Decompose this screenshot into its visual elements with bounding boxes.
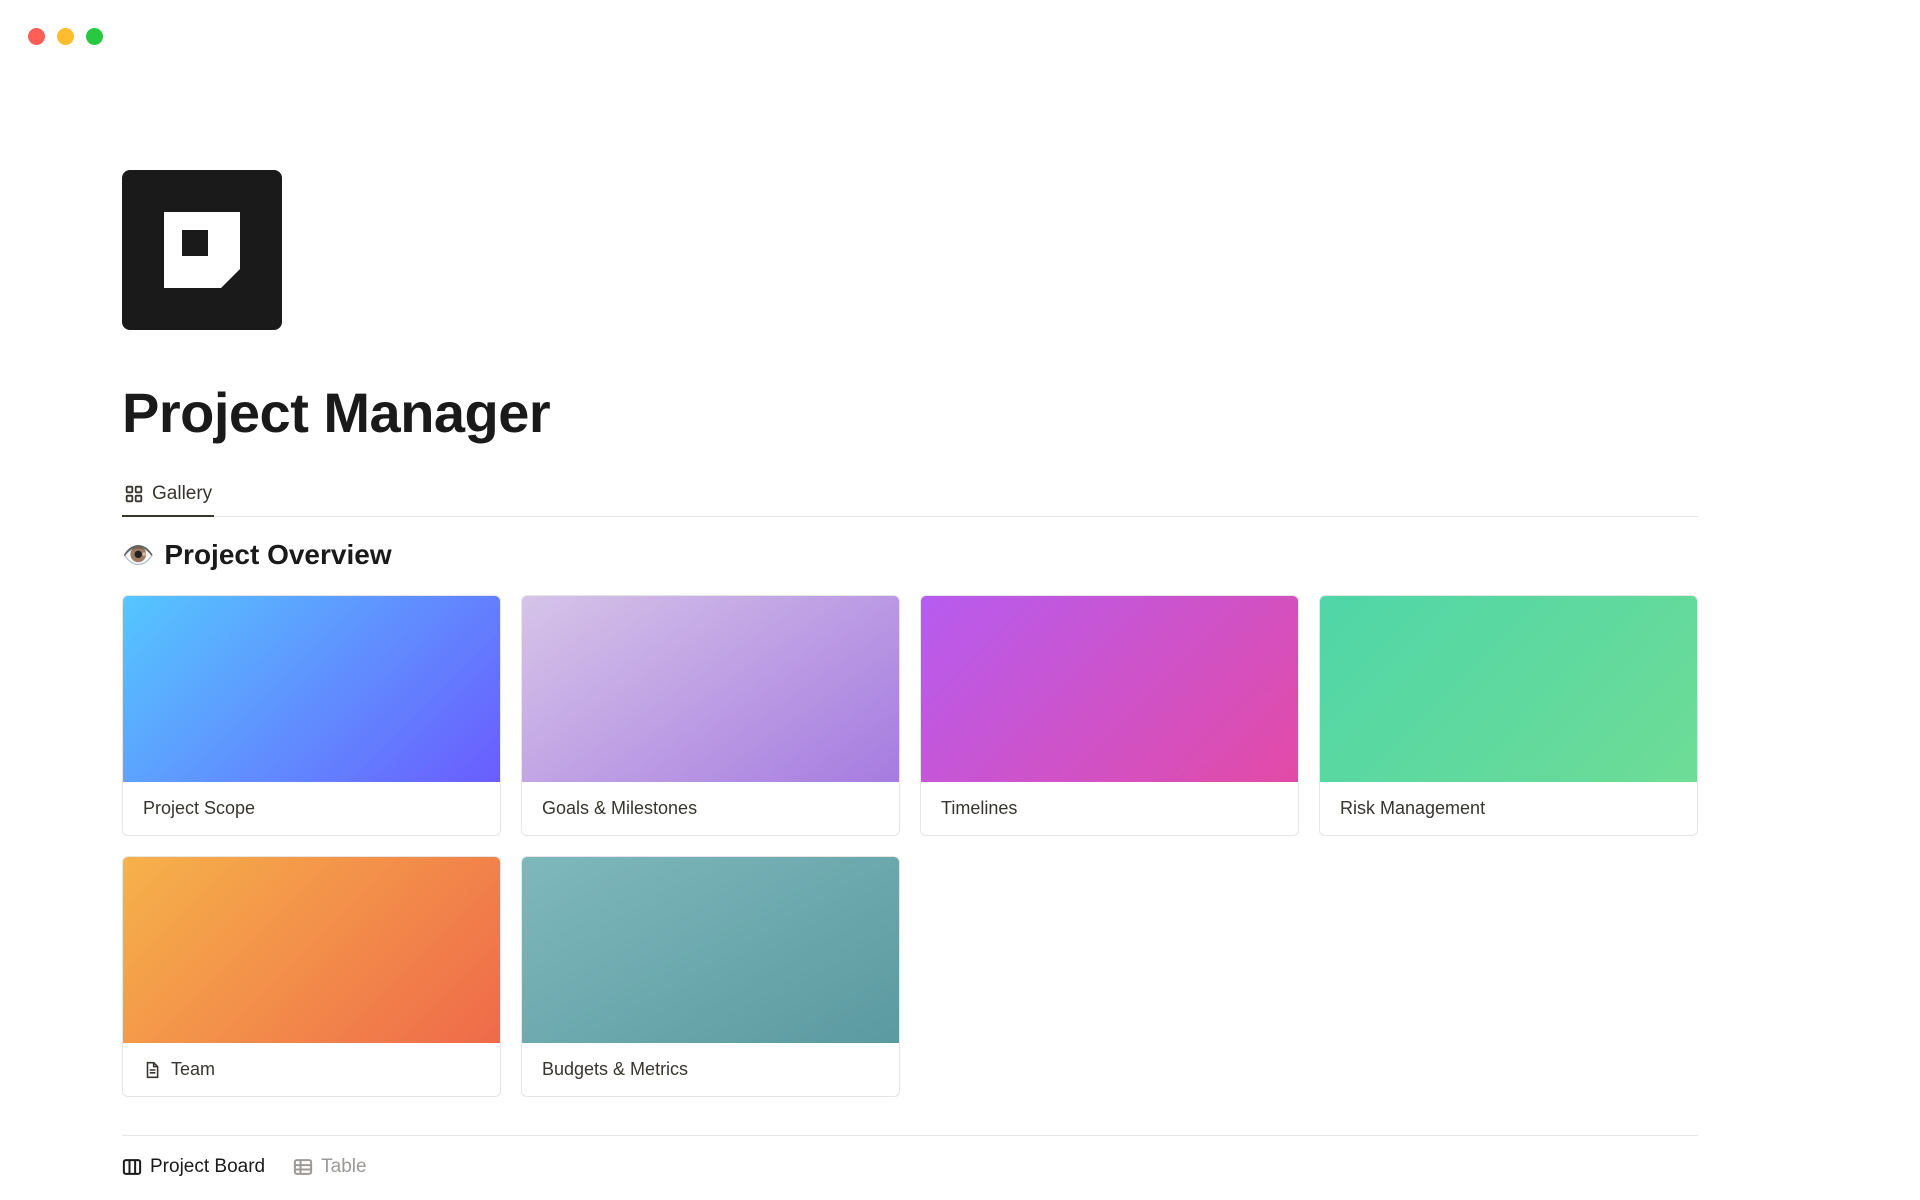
card-title: Project Scope	[143, 798, 255, 819]
tab-gallery-label: Gallery	[152, 483, 212, 505]
card-title: Team	[171, 1059, 215, 1080]
card-body: Budgets & Metrics	[522, 1043, 899, 1096]
bottom-tab-project-board[interactable]: Project Board	[122, 1156, 265, 1178]
section-title-text: Project Overview	[164, 539, 391, 571]
close-window-button[interactable]	[28, 28, 45, 45]
gallery-card[interactable]: Risk Management	[1319, 595, 1698, 836]
card-cover	[123, 857, 500, 1043]
window-traffic-lights	[28, 28, 103, 45]
card-title: Risk Management	[1340, 798, 1485, 819]
bottom-view-tabs: Project Board Table	[122, 1135, 1698, 1178]
gallery-grid: Project Scope Goals & Milestones Timelines…	[122, 595, 1698, 1097]
card-cover	[522, 596, 899, 782]
table-icon	[293, 1157, 313, 1177]
card-title: Goals & Milestones	[542, 798, 697, 819]
card-body: Goals & Milestones	[522, 782, 899, 835]
card-body: Risk Management	[1320, 782, 1697, 835]
card-cover	[1320, 596, 1697, 782]
gallery-card[interactable]: Project Scope	[122, 595, 501, 836]
page-icon[interactable]	[122, 170, 282, 330]
card-title: Timelines	[941, 798, 1017, 819]
view-tabs: Gallery	[122, 475, 1698, 517]
gallery-card[interactable]: Team	[122, 856, 501, 1097]
maximize-window-button[interactable]	[86, 28, 103, 45]
card-title: Budgets & Metrics	[542, 1059, 688, 1080]
card-body: Team	[123, 1043, 500, 1096]
gallery-card[interactable]: Goals & Milestones	[521, 595, 900, 836]
bottom-tab-label: Project Board	[150, 1156, 265, 1178]
gallery-card[interactable]: Timelines	[920, 595, 1299, 836]
card-body: Project Scope	[123, 782, 500, 835]
card-cover	[123, 596, 500, 782]
tab-gallery[interactable]: Gallery	[122, 475, 214, 517]
section-header: 👁️ Project Overview	[122, 539, 1698, 571]
card-body: Timelines	[921, 782, 1298, 835]
minimize-window-button[interactable]	[57, 28, 74, 45]
page-title: Project Manager	[122, 380, 1698, 445]
gallery-card[interactable]: Budgets & Metrics	[521, 856, 900, 1097]
card-cover	[522, 857, 899, 1043]
board-icon	[122, 1157, 142, 1177]
document-icon	[143, 1061, 161, 1079]
card-cover	[921, 596, 1298, 782]
gallery-icon	[124, 484, 144, 504]
bottom-tab-label: Table	[321, 1156, 366, 1178]
bottom-tab-table[interactable]: Table	[293, 1156, 366, 1178]
eye-icon: 👁️	[122, 542, 154, 568]
